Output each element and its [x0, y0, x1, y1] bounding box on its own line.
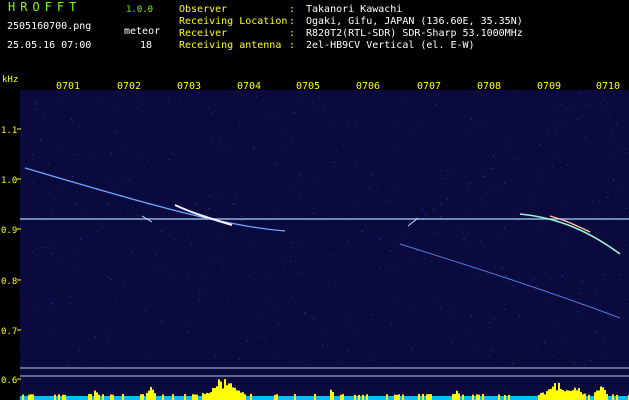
time-tick-label: 0709 — [537, 81, 561, 92]
receiver-label: Receiver — [179, 28, 228, 39]
receiver-value: R820T2(RTL-SDR) SDR-Sharp 53.1000MHz — [306, 28, 523, 39]
receiver-separator: : — [289, 28, 296, 39]
time-tick-label: 0702 — [117, 81, 141, 92]
location-separator: : — [289, 16, 296, 27]
observer-value: Takanori Kawachi — [306, 4, 403, 15]
frequency-tick-label: 0.9 — [1, 226, 17, 236]
time-tick-label: 0704 — [237, 81, 261, 92]
observer-separator: : — [289, 4, 296, 15]
time-tick-label: 0703 — [177, 81, 201, 92]
time-tick-label: 0708 — [477, 81, 501, 92]
meteor-count-label: meteor — [124, 26, 161, 37]
app-title: HROFFT — [8, 0, 82, 14]
time-tick-label: 0705 — [296, 81, 320, 92]
antenna-value: 2el-HB9CV Vertical (el. E-W) — [306, 40, 475, 51]
location-value: Ogaki, Gifu, JAPAN (136.60E, 35.35N) — [306, 16, 523, 27]
frequency-tick-label: 1.0 — [1, 176, 17, 186]
app-version: 1.0.0 — [126, 5, 154, 15]
frequency-tick-label: 0.6 — [1, 376, 17, 386]
frequency-tick-label: 0.8 — [1, 277, 17, 287]
file-name: 2505160700.png — [7, 21, 92, 32]
location-label: Receiving Location — [179, 16, 288, 27]
time-tick-label: 0710 — [596, 81, 620, 92]
meteor-count-value: 18 — [140, 40, 153, 51]
time-tick-label: 0706 — [356, 81, 380, 92]
antenna-label: Receiving antenna — [179, 40, 282, 51]
frequency-tick-label: 0.7 — [1, 327, 17, 337]
observer-label: Observer — [179, 4, 228, 15]
antenna-separator: : — [289, 40, 296, 51]
header-panel: HROFFT 1.0.0 2505160700.png 25.05.16 07:… — [0, 0, 629, 62]
frequency-axis-unit: kHz — [2, 75, 18, 85]
frequency-tick-label: 1.1 — [1, 126, 17, 136]
time-tick-label: 0707 — [417, 81, 441, 92]
spectrogram-display: kHz 1.1 1.0 0.9 0.8 0.7 0.6 0701 0702 07… — [1, 75, 629, 400]
capture-datetime: 25.05.16 07:00 — [7, 40, 92, 51]
time-tick-label: 0701 — [56, 81, 80, 92]
spectrogram-plot-area — [20, 90, 629, 400]
frequency-axis: kHz 1.1 1.0 0.9 0.8 0.7 0.6 — [1, 75, 21, 386]
